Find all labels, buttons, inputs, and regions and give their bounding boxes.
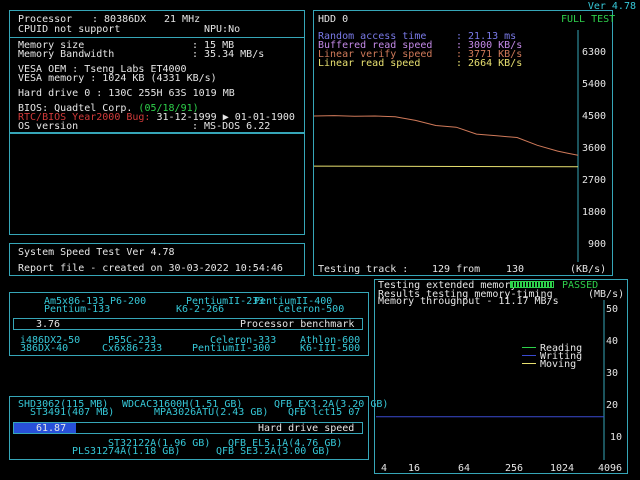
mem-ytick: 30 [606,368,619,379]
hdd-ref-qfb-lct15: QFB lct15 07 [288,407,361,418]
testing-track-label: Testing track : [318,264,409,275]
npu-text: NPU:No [204,24,241,35]
hdd-ref-qfb-se32: QFB SE3.2A(3.00 GB) [216,446,331,457]
testing-track-value: 129 from [432,264,481,275]
cpu-ref-386dx: 386DX-40 [20,343,69,354]
report-file-line: Report file - created on 30-03-2022 10:5… [18,263,283,274]
hdd-ytick: 900 [588,239,607,250]
legend-moving-swatch [522,363,536,364]
hdd-ref-mpa3026atu: MPA3026ATU(2.43 GB) [154,407,269,418]
cpu-ref-p6: P6-200 [110,296,147,307]
hdd-ytick: 1800 [582,207,607,218]
cpu-ref-celeron500: Celeron-500 [278,304,345,315]
memory-timing-chart [376,300,605,460]
legend-reading-swatch [522,347,536,348]
hdd-ytick: 2700 [582,175,607,186]
mem-xtick: 64 [458,463,471,474]
hdd-ytick: 6300 [582,47,607,58]
hdd-benchmark-value: 61.87 [36,423,67,434]
hdd-speed-chart [314,30,579,262]
cpu-ref-p2-300: PentiumII-300 [192,343,271,354]
mem-xtick: 1024 [550,463,575,474]
mem-ytick: 50 [606,304,619,315]
cpuid-text: CPUID not support [18,24,121,35]
cpu-ref-cx6x86: Cx6x86-233 [102,343,163,354]
legend-moving: Moving [540,359,577,370]
memory-test-progress [510,281,554,288]
cpu-benchmark-title: Processor benchmark [240,319,355,330]
memory-bandwidth-value: : 35.34 MB/s [192,49,265,60]
hdd-title: HDD 0 [318,14,349,25]
hdd-ytick: 4500 [582,111,607,122]
hdd-test-mode: FULL TEST [561,14,616,25]
memory-unit: (MB/s) [588,289,625,300]
hdd-ytick: 5400 [582,79,607,90]
legend-writing-swatch [522,355,536,356]
memory-bandwidth-label: Memory Bandwidth [18,49,115,60]
mem-ytick: 10 [610,432,623,443]
cpu-ref-k6-3: K6-III-500 [300,343,361,354]
mem-xtick: 4096 [598,463,623,474]
hdd-unit: (KB/s) [570,264,607,275]
hdd-series-line-1 [314,165,579,168]
speed-test-title: System Speed Test Ver 4.78 [18,247,175,258]
os-label: OS version [18,121,79,132]
cpu-benchmark-value: 3.76 [36,319,61,330]
hard-drive-info: Hard drive 0 : 130C 255H 63S 1019 MB [18,88,235,99]
mem-xtick: 256 [505,463,524,474]
cpu-ref-pentium133: Pentium-133 [44,304,111,315]
processor-freq: 21 MHz [164,14,201,25]
hdd-ref-st3491: ST3491(407 MB) [30,407,115,418]
mem-xtick: 4 [381,463,388,474]
os-value: : MS-DOS 6.22 [192,121,271,132]
hdd-ref-pls31274a: PLS31274A(1.18 GB) [72,446,181,457]
mem-ytick: 40 [606,336,619,347]
testing-track-total: 130 [506,264,525,275]
mem-ytick: 20 [606,400,619,411]
mem-xtick: 16 [408,463,421,474]
hdd-ytick: 3600 [582,143,607,154]
cpu-ref-k6-2: K6-2-266 [176,304,225,315]
hdd-series-line-0 [314,115,579,156]
hdd-benchmark-title: Hard drive speed [258,423,355,434]
vesa-memory: VESA memory : 1024 KB (4331 KB/s) [18,73,217,84]
